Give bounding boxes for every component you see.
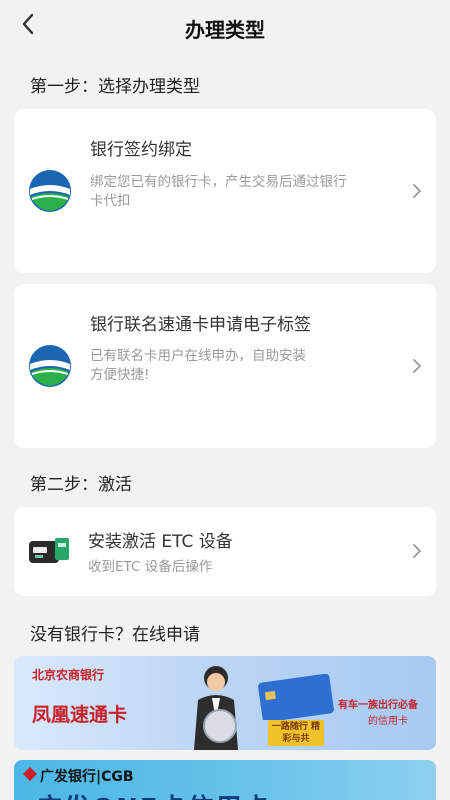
card-desc-line2: 方便快捷! <box>90 367 150 383</box>
page-title: 办理类型 <box>185 17 265 42</box>
banner-slogan-sub: 的信用卡 <box>368 716 408 727</box>
bjrcb-card-banner[interactable]: 北京农商银行 凤凰速通卡 有车一族出行必备 的信用卡 一路随行 精彩与共 <box>14 656 436 750</box>
card-product-name: 凤凰速通卡 <box>32 704 128 726</box>
card-title: 银行联名速通卡申请电子标签 <box>90 315 311 335</box>
chevron-right-icon <box>413 184 421 198</box>
cgb-card-banner[interactable]: 广发银行|CGB 广发ONE卡信用卡 <box>14 760 436 800</box>
banner-slogan: 有车一族出行必备 <box>338 700 418 711</box>
card-desc-line1: 绑定您已有的银行卡，产生交易后通过银行 <box>90 174 347 190</box>
chevron-right-icon <box>413 544 421 558</box>
person-illustration <box>194 666 238 750</box>
step2-title: 第二步：激活 <box>30 475 132 495</box>
bank-brand-text: 北京农商银行 <box>32 668 105 682</box>
back-button[interactable] <box>14 10 42 38</box>
card-title: 银行签约绑定 <box>90 140 192 160</box>
cgb-logo-icon <box>23 767 37 781</box>
nav-bar: 办理类型 <box>0 0 450 56</box>
chevron-left-icon <box>22 13 34 35</box>
activate-title: 安装激活 ETC 设备 <box>88 532 233 552</box>
activate-desc: 收到ETC 设备后操作 <box>88 559 213 575</box>
online-apply-title: 没有银行卡？在线申请 <box>30 625 200 645</box>
banner-headline: 广发ONE卡信用卡 <box>36 788 272 800</box>
banner-tag: 一路随行 精彩与共 <box>268 720 324 746</box>
bank-logo-icon <box>29 170 71 212</box>
credit-card-image <box>258 674 334 720</box>
step1-title: 第一步：选择办理类型 <box>30 77 200 97</box>
etc-device-icon <box>29 538 69 563</box>
bank-sign-bind-card[interactable]: 银行签约绑定 绑定您已有的银行卡，产生交易后通过银行 卡代扣 <box>14 109 436 273</box>
cobrand-card-apply-card[interactable]: 银行联名速通卡申请电子标签 已有联名卡用户在线申办，自助安装 方便快捷! <box>14 284 436 448</box>
chevron-right-icon <box>413 359 421 373</box>
card-desc-line1: 已有联名卡用户在线申办，自助安装 <box>90 348 306 364</box>
card-desc-line2: 卡代扣 <box>90 193 131 209</box>
bank-brand-text: 广发银行|CGB <box>40 769 134 785</box>
activate-etc-card[interactable]: 安装激活 ETC 设备 收到ETC 设备后操作 <box>14 507 436 596</box>
bank-logo-icon <box>29 345 71 387</box>
